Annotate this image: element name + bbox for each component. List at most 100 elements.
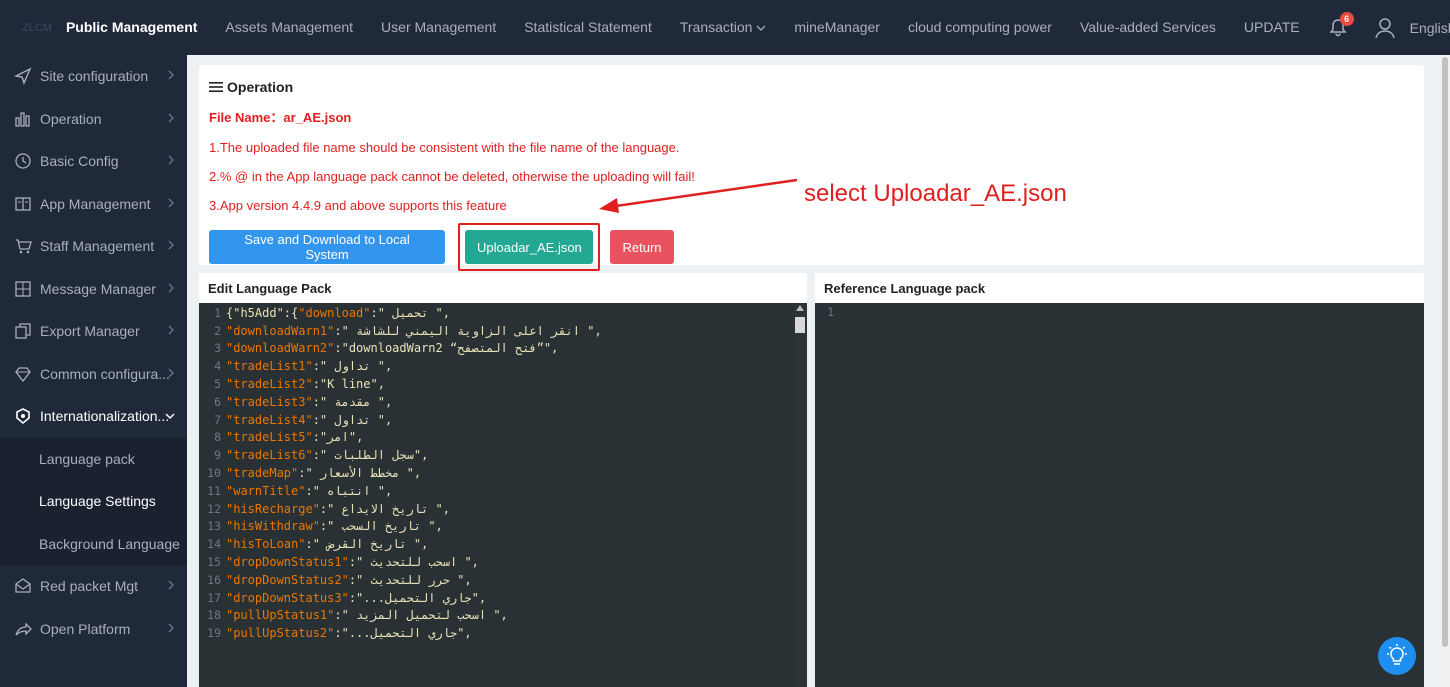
sidebar-item-label: Open Platform bbox=[40, 620, 131, 637]
sidebar-item[interactable]: App Management bbox=[0, 183, 187, 226]
user-icon[interactable] bbox=[1374, 17, 1396, 39]
reference-language-pack-title: Reference Language pack bbox=[824, 281, 986, 296]
code-text: {"h5Add":{"download":" تحميل ", bbox=[226, 306, 450, 320]
line-number: 15 bbox=[207, 555, 221, 570]
code-text: "hisToLoan":" تاريخ القرض ", bbox=[226, 537, 428, 551]
sidebar-item[interactable]: Open Platform bbox=[0, 608, 187, 651]
sidebar-item-label: Site configuration bbox=[40, 68, 149, 85]
nav-item-7[interactable]: Value-added Services bbox=[1066, 0, 1230, 55]
sidebar-item-label: Export Manager bbox=[40, 323, 140, 340]
scroll-thumb[interactable] bbox=[795, 317, 805, 333]
nav-item-5[interactable]: mineManager bbox=[780, 0, 894, 55]
code-text: "hisRecharge":" تاريخ الايداع ", bbox=[226, 502, 450, 516]
code-line: 17 "dropDownStatus3":"...جاري التحميل", bbox=[199, 589, 807, 607]
notification-bell-icon[interactable]: 6 bbox=[1328, 11, 1354, 38]
sidebar-item[interactable]: Operation bbox=[0, 98, 187, 141]
sidebar-item[interactable]: Internationalization... bbox=[0, 395, 187, 438]
nav-item-1[interactable]: Assets Management bbox=[211, 0, 367, 55]
code-line: 15 "dropDownStatus1":" اسحب للتحديث ", bbox=[199, 553, 807, 571]
help-lightbulb-icon[interactable] bbox=[1378, 637, 1416, 675]
sidebar-item-label: Message Manager bbox=[40, 280, 156, 297]
nav-item-0[interactable]: Public Management bbox=[52, 0, 211, 55]
copy-icon bbox=[14, 322, 32, 340]
code-key: "hisWithdraw" bbox=[226, 519, 320, 534]
sidebar-item[interactable]: Common configura... bbox=[0, 353, 187, 396]
code-line: 13 "hisWithdraw":" تاريخ السحب ", bbox=[199, 518, 807, 536]
line-number: 4 bbox=[214, 359, 221, 374]
line-number: 12 bbox=[207, 501, 221, 516]
chevron-down-icon bbox=[165, 409, 175, 423]
code-key: "warnTitle" bbox=[226, 483, 306, 498]
nav-item-3[interactable]: Statistical Statement bbox=[510, 0, 666, 55]
nav-item-label: Public Management bbox=[65, 19, 198, 35]
bar-chart-icon bbox=[14, 110, 32, 128]
nav-item-4[interactable]: Transaction bbox=[666, 0, 781, 55]
cart-icon bbox=[14, 237, 32, 255]
return-button[interactable]: Return bbox=[610, 230, 674, 264]
sidebar-item[interactable]: Basic Config bbox=[0, 140, 187, 183]
top-right-actions: 6 English bbox=[1314, 0, 1450, 55]
language-selector[interactable]: English bbox=[1410, 20, 1450, 36]
code-line: 12 "hisRecharge":" تاريخ الايداع ", bbox=[199, 500, 807, 518]
editor-scrollbar[interactable] bbox=[793, 303, 807, 687]
code-line: 10 "tradeMap":" مخطط الأسعار ", bbox=[199, 464, 807, 482]
code-key: "tradeList5" bbox=[226, 430, 313, 445]
line-number: 10 bbox=[207, 466, 221, 481]
book-icon bbox=[14, 195, 32, 213]
logo: ZLCM bbox=[22, 21, 52, 34]
envelope-icon bbox=[14, 577, 32, 595]
code-text: "tradeList3":" مقدمة ", bbox=[226, 395, 392, 409]
sidebar-item[interactable]: Export Manager bbox=[0, 310, 187, 353]
chevron-right-icon bbox=[167, 239, 175, 253]
nav-item-6[interactable]: cloud computing power bbox=[894, 0, 1066, 55]
sidebar-item[interactable]: Message Manager bbox=[0, 268, 187, 311]
grid-icon bbox=[14, 280, 32, 298]
code-key: "dropDownStatus3" bbox=[226, 590, 349, 605]
line-number: 19 bbox=[207, 626, 221, 641]
code-value: :" تاريخ القرض ", bbox=[305, 537, 429, 552]
code-key: "dropDownStatus2" bbox=[226, 572, 349, 587]
line-number: 18 bbox=[207, 608, 221, 623]
diamond-icon bbox=[14, 365, 32, 383]
line-number: 14 bbox=[207, 537, 221, 552]
sidebar-subitem[interactable]: Language Settings bbox=[0, 480, 187, 523]
code-editor-left[interactable]: 1 {"h5Add":{"download":" تحميل ", 2 "downlo… bbox=[199, 303, 807, 687]
code-key: "tradeList3" bbox=[226, 394, 313, 409]
line-number: 13 bbox=[207, 519, 221, 534]
page-scroll-thumb[interactable] bbox=[1442, 57, 1448, 647]
code-line: 14 "hisToLoan":" تاريخ القرض ", bbox=[199, 535, 807, 553]
share-icon bbox=[14, 620, 32, 638]
code-text: "tradeList4":" تداول ", bbox=[226, 413, 392, 427]
code-text: "downloadWarn1":" انقر اعلى الزاوية اليم… bbox=[226, 324, 602, 338]
sidebar-item[interactable]: Staff Management bbox=[0, 225, 187, 268]
code-value: :" اسحب لتحميل المزيد ", bbox=[334, 608, 508, 623]
code-text: "tradeList2":"K line", bbox=[226, 377, 385, 391]
operation-panel: Operation File Name：ar_AE.json 1.The upl… bbox=[199, 65, 1424, 271]
upload-button[interactable]: Uploadar_AE.json bbox=[465, 230, 593, 264]
sidebar: Site configuration Operation Basic Config A… bbox=[0, 55, 187, 687]
scroll-up-icon[interactable] bbox=[796, 305, 804, 311]
code-key: "tradeList1" bbox=[226, 359, 313, 374]
chevron-right-icon bbox=[167, 154, 175, 168]
code-line: 1 {"h5Add":{"download":" تحميل ", bbox=[199, 304, 807, 322]
sidebar-item[interactable]: Site configuration bbox=[0, 55, 187, 98]
code-key: "hisToLoan" bbox=[226, 537, 306, 552]
code-editor-right[interactable]: 1 bbox=[815, 303, 1424, 687]
page-scrollbar[interactable] bbox=[1440, 55, 1450, 687]
code-key: "tradeList6" bbox=[226, 448, 313, 463]
sidebar-subitem[interactable]: Language pack bbox=[0, 437, 187, 480]
sidebar-item-label: Staff Management bbox=[40, 238, 155, 255]
code-key: "downloadWarn2" bbox=[226, 341, 335, 356]
sidebar-item-label: Basic Config bbox=[40, 153, 119, 170]
line-number: 3 bbox=[214, 341, 221, 356]
nav-item-8[interactable]: UPDATE bbox=[1230, 0, 1314, 55]
code-line: 11 "warnTitle":" انتباه ", bbox=[199, 482, 807, 500]
code-key: "downloadWarn1" bbox=[226, 323, 335, 338]
sidebar-subitem[interactable]: Background Language bbox=[0, 522, 187, 565]
top-navbar: ZLCM Public Management Assets Management U… bbox=[0, 0, 1450, 55]
nav-item-2[interactable]: User Management bbox=[367, 0, 510, 55]
save-download-button[interactable]: Save and Download to Local System bbox=[209, 230, 445, 264]
sidebar-item[interactable]: Red packet Mgt bbox=[0, 565, 187, 608]
line-number: 6 bbox=[214, 394, 221, 409]
code-value: :" سجل الطلبات", bbox=[312, 448, 429, 463]
